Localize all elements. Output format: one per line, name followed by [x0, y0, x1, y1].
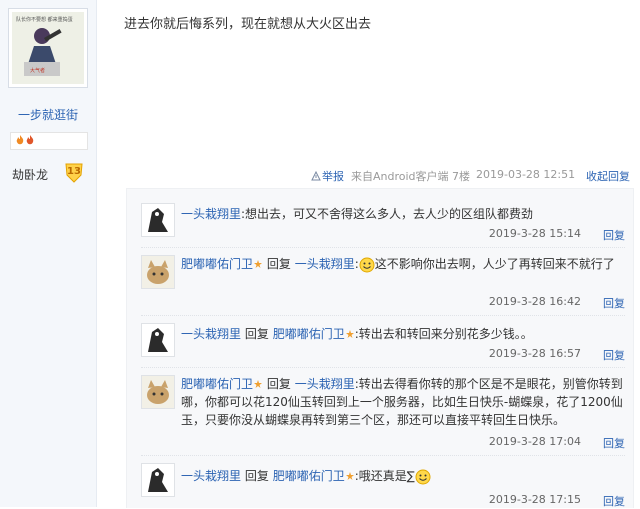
smile-emoji-icon — [415, 469, 431, 484]
comment-time: 2019-3-28 17:04 — [488, 435, 581, 448]
list-item: 一头栽翔里 回复 肥嘟嘟佑门卫:哦还真是∑ 2019-3-28 17:15 回复 — [127, 459, 633, 508]
reply-label: 回复 — [244, 327, 269, 341]
commenter-avatar[interactable] — [141, 323, 175, 357]
comment-time: 2019-3-28 16:57 — [488, 347, 581, 360]
reply-label: 回复 — [244, 469, 269, 483]
reply-button[interactable]: 回复 — [603, 347, 625, 363]
comment-time: 2019-3-28 16:42 — [488, 295, 581, 308]
list-item: 一头栽翔里 回复 肥嘟嘟佑门卫 :转出去和转回来分别花多少钱。。 2019-3-2… — [127, 319, 633, 365]
author-avatar[interactable]: 队长你不要想 都来重捣蛋 大气者 — [8, 8, 88, 88]
svg-text:队长你不要想 都来重捣蛋: 队长你不要想 都来重捣蛋 — [16, 16, 73, 23]
comment-time: 2019-3-28 15:14 — [488, 227, 581, 240]
commenter-avatar[interactable] — [141, 203, 175, 237]
commenter-name[interactable]: 肥嘟嘟佑门卫 — [181, 257, 253, 271]
divider — [141, 315, 625, 316]
fire-icon — [26, 135, 34, 145]
commenter-avatar[interactable] — [141, 255, 175, 289]
fire-icon — [16, 135, 24, 145]
svg-text:大气者: 大气者 — [30, 67, 45, 74]
avatar-image: 队长你不要想 都来重捣蛋 大气者 — [12, 12, 84, 84]
comment-time: 2019-3-28 17:15 — [488, 493, 581, 506]
collapse-replies-button[interactable]: 收起回复 — [586, 168, 630, 184]
reply-button[interactable]: 回复 — [603, 435, 625, 451]
reply-label: 回复 — [266, 377, 291, 391]
vip-icon — [254, 380, 263, 388]
commenter-name[interactable]: 一头栽翔里 — [181, 469, 241, 483]
comment-text: :转出去和转回来分别花多少钱。。 — [354, 327, 533, 341]
comment-text: :想出去，可又不舍得这么多人，去人少的区组队都费劲 — [241, 207, 534, 221]
reply-target[interactable]: 一头栽翔里 — [295, 377, 355, 391]
reply-thread: 一头栽翔里:想出去，可又不舍得这么多人，去人少的区组队都费劲 2019-3-28… — [126, 188, 634, 508]
post-content: 进去你就后悔系列，现在就想从大火区出去 — [124, 17, 372, 32]
vip-icon — [254, 260, 263, 268]
reply-button[interactable]: 回复 — [603, 227, 625, 243]
divider — [141, 455, 625, 456]
post-floor: 7楼 — [452, 170, 470, 183]
list-item: 肥嘟嘟佑门卫 回复 一头栽翔里: 这不影响你出去啊，人少了再转回来不就行了 201… — [127, 249, 633, 313]
divider — [141, 247, 625, 248]
reply-target[interactable]: 一头栽翔里 — [295, 257, 355, 271]
post-time: 2019-03-28 12:51 — [476, 168, 576, 181]
vip-icon — [345, 472, 354, 480]
reply-button[interactable]: 回复 — [603, 295, 625, 311]
commenter-name[interactable]: 肥嘟嘟佑门卫 — [181, 377, 253, 391]
post-source: 来自Android客户端 — [351, 170, 449, 183]
report-link[interactable]: 举报 — [322, 168, 344, 184]
list-item: 肥嘟嘟佑门卫 回复 一头栽翔里:转出去得看你转的那个区是不是眼花，别管你转到哪，… — [127, 371, 633, 453]
level-icons — [10, 132, 88, 150]
commenter-avatar[interactable] — [141, 463, 175, 497]
reply-target[interactable]: 肥嘟嘟佑门卫 — [273, 327, 345, 341]
comment-text: :哦还真是∑ — [354, 469, 415, 483]
author-name[interactable]: 一步就逛街 — [0, 106, 96, 123]
commenter-name[interactable]: 一头栽翔里 — [181, 327, 241, 341]
commenter-name[interactable]: 一头栽翔里 — [181, 207, 241, 221]
reply-label: 回复 — [266, 257, 291, 271]
divider — [141, 367, 625, 368]
smile-emoji-icon — [359, 257, 375, 272]
comment-text: 这不影响你出去啊，人少了再转回来不就行了 — [374, 257, 615, 271]
reply-target[interactable]: 肥嘟嘟佑门卫 — [273, 469, 345, 483]
list-item: 一头栽翔里:想出去，可又不舍得这么多人，去人少的区组队都费劲 2019-3-28… — [127, 197, 633, 247]
vip-icon — [345, 330, 354, 338]
report-icon — [311, 171, 321, 181]
author-sidebar: 队长你不要想 都来重捣蛋 大气者 一步就逛街 劫卧龙 13 — [0, 0, 97, 507]
commenter-avatar[interactable] — [141, 375, 175, 409]
post-meta: 举报 来自Android客户端 7楼 2019-03-28 12:51 收起回复 — [0, 168, 632, 184]
